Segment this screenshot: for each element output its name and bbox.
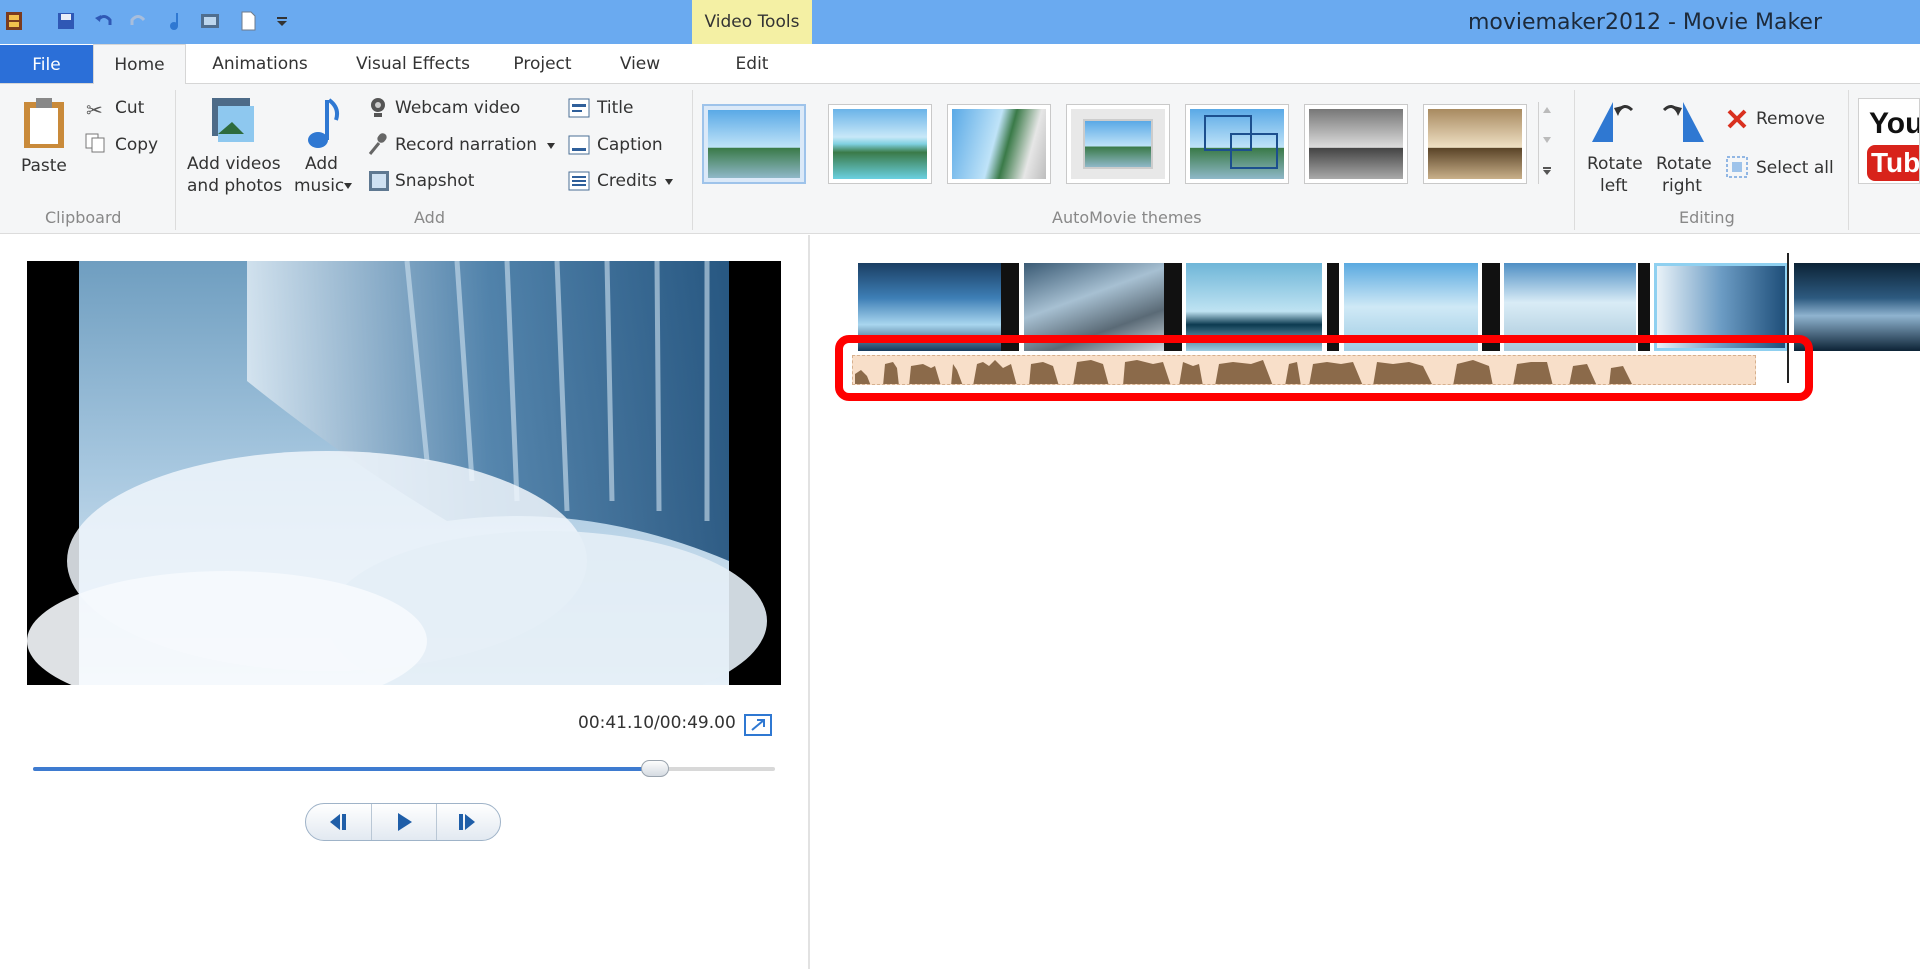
next-frame-button[interactable] <box>436 804 500 840</box>
customize-qat-icon[interactable] <box>272 11 292 31</box>
add-videos-icon[interactable] <box>210 96 258 146</box>
theme-sepia[interactable] <box>1423 104 1527 184</box>
editing-group-label: Editing <box>1679 208 1735 227</box>
film-icon[interactable] <box>200 11 220 31</box>
caption-icon[interactable] <box>568 135 590 155</box>
add-music-label-2[interactable]: music <box>294 176 344 196</box>
rotate-left-label-1[interactable]: Rotate <box>1587 154 1643 174</box>
remove-button[interactable]: Remove <box>1756 109 1825 129</box>
cut-button[interactable]: Cut <box>115 98 144 118</box>
preview-pane: 00:41.10/00:49.00 <box>0 235 810 969</box>
play-icon <box>398 813 412 831</box>
rotate-right-icon[interactable] <box>1658 96 1708 146</box>
redo-icon[interactable] <box>128 11 148 31</box>
add-videos-label-2[interactable]: and photos <box>187 176 282 196</box>
automovie-themes-group-label: AutoMovie themes <box>1052 208 1202 227</box>
scissors-icon[interactable]: ✂ <box>86 98 103 122</box>
theme-black-and-white[interactable] <box>1304 104 1408 184</box>
tab-edit[interactable]: Edit <box>692 44 812 84</box>
youtube-logo-bottom: Tube <box>1867 145 1919 181</box>
tab-project[interactable]: Project <box>505 44 580 84</box>
theme-contemporary[interactable] <box>828 104 932 184</box>
title-icon[interactable] <box>568 98 590 118</box>
add-group-label: Add <box>414 208 445 227</box>
seek-thumb[interactable] <box>641 760 670 777</box>
theme-cinematic[interactable] <box>1185 104 1289 184</box>
themes-scroll[interactable] <box>1538 102 1554 184</box>
select-all-button[interactable]: Select all <box>1756 158 1834 178</box>
app-icon[interactable] <box>4 11 24 31</box>
paste-icon[interactable] <box>22 96 66 150</box>
microphone-icon[interactable] <box>366 132 390 156</box>
youtube-share-button[interactable]: You Tube <box>1858 98 1920 184</box>
chevron-down-icon[interactable] <box>343 182 353 190</box>
rotate-left-icon[interactable] <box>1588 96 1638 146</box>
paste-button[interactable]: Paste <box>21 156 67 176</box>
copy-icon[interactable] <box>84 132 106 154</box>
theme-default[interactable] <box>702 104 806 184</box>
tab-animations[interactable]: Animations <box>200 44 320 84</box>
scroll-down-icon[interactable] <box>1542 136 1552 144</box>
group-divider <box>692 90 693 230</box>
music-note-icon[interactable] <box>166 11 186 31</box>
snapshot-icon[interactable] <box>368 170 390 192</box>
fullscreen-icon[interactable] <box>744 714 772 736</box>
more-themes-icon[interactable] <box>1542 166 1552 176</box>
remove-icon[interactable] <box>1726 108 1748 130</box>
ribbon: Paste ✂ Cut Copy Clipboard Add videos an… <box>0 84 1920 234</box>
credits-icon[interactable] <box>568 171 590 191</box>
time-display: 00:41.10/00:49.00 <box>578 713 736 733</box>
clipboard-group-label: Clipboard <box>45 208 122 227</box>
group-divider <box>1574 90 1575 230</box>
add-videos-label-1[interactable]: Add videos <box>187 154 281 174</box>
new-project-icon[interactable] <box>238 11 258 31</box>
record-narration-button[interactable]: Record narration <box>395 135 537 155</box>
clip-thumbnail[interactable] <box>1794 263 1920 351</box>
add-music-icon[interactable] <box>306 96 342 150</box>
scroll-up-icon[interactable] <box>1542 106 1552 114</box>
copy-button[interactable]: Copy <box>115 135 158 155</box>
seek-bar[interactable] <box>33 760 775 777</box>
previous-frame-icon <box>330 814 346 830</box>
play-button[interactable] <box>371 804 435 840</box>
caption-button[interactable]: Caption <box>597 135 663 155</box>
storyboard[interactable] <box>812 235 1920 969</box>
rotate-left-label-2[interactable]: left <box>1600 176 1628 196</box>
webcam-icon[interactable] <box>368 97 388 119</box>
playback-controls <box>305 803 501 841</box>
title-button[interactable]: Title <box>597 98 633 118</box>
theme-pan-zoom[interactable] <box>1066 104 1170 184</box>
group-divider <box>175 90 176 230</box>
snapshot-button[interactable]: Snapshot <box>395 171 474 191</box>
tab-home[interactable]: Home <box>93 44 186 85</box>
video-tools-contextual-tab: Video Tools <box>692 0 812 44</box>
chevron-down-icon[interactable] <box>664 178 674 186</box>
add-music-label-1[interactable]: Add <box>305 154 338 174</box>
ribbon-tabs: File Home Animations Visual Effects Proj… <box>0 44 1920 85</box>
previous-frame-button[interactable] <box>306 804 370 840</box>
theme-fade[interactable] <box>947 104 1051 184</box>
title-bar: Video Tools moviemaker2012 - Movie Maker <box>0 0 1920 44</box>
next-frame-icon <box>459 814 475 830</box>
webcam-video-button[interactable]: Webcam video <box>395 98 520 118</box>
highlight-annotation <box>835 335 1813 401</box>
credits-button[interactable]: Credits <box>597 171 657 191</box>
save-icon[interactable] <box>56 11 76 31</box>
select-all-icon[interactable] <box>1726 156 1748 178</box>
tab-visual-effects[interactable]: Visual Effects <box>348 44 478 84</box>
video-preview[interactable] <box>27 261 781 685</box>
chevron-down-icon[interactable] <box>546 142 556 150</box>
rotate-right-label-1[interactable]: Rotate <box>1656 154 1712 174</box>
tab-view[interactable]: View <box>605 44 675 84</box>
rotate-right-label-2[interactable]: right <box>1662 176 1702 196</box>
tab-file[interactable]: File <box>0 45 93 83</box>
youtube-logo-top: You <box>1869 107 1920 140</box>
group-divider <box>1848 90 1849 230</box>
window-title: moviemaker2012 - Movie Maker <box>1467 10 1822 35</box>
seek-progress <box>33 767 656 771</box>
waterfall-image <box>27 261 781 685</box>
undo-icon[interactable] <box>94 11 114 31</box>
